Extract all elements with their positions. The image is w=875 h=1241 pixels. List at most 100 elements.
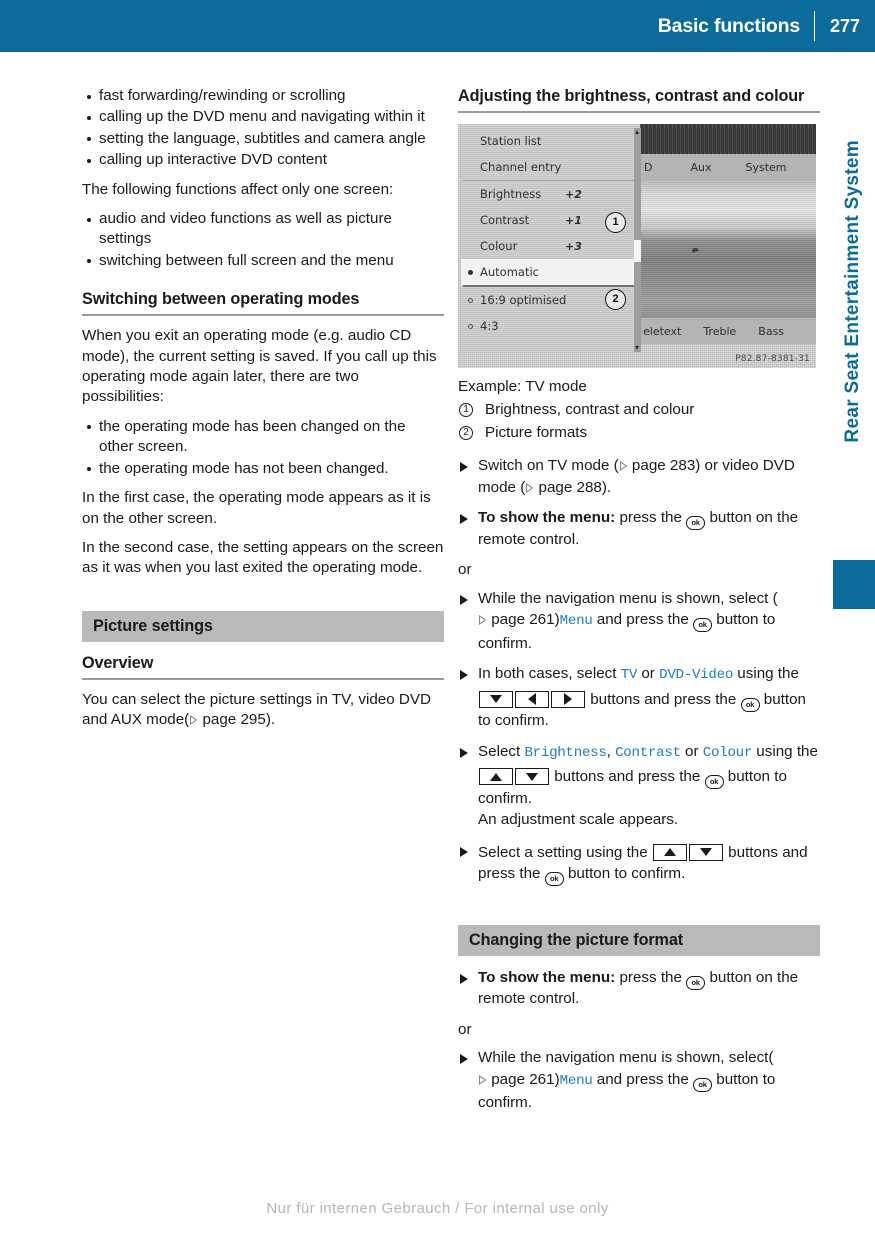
intro-paragraph: The following functions affect only one … xyxy=(82,180,394,198)
page-ref-triangle-icon xyxy=(478,1074,487,1085)
page-reference-label: page 261 xyxy=(491,1070,555,1088)
arrow-up-key-icon xyxy=(479,768,513,785)
step-label-bold: To show the menu: xyxy=(478,968,616,986)
menu-row-label: Contrast xyxy=(480,213,530,227)
callout-marker-2: 2 xyxy=(605,289,626,310)
page-ref-triangle-icon xyxy=(478,615,487,625)
page-reference: page 261 xyxy=(478,1071,555,1088)
page-ref-triangle-icon xyxy=(619,461,628,471)
ok-button-icon: ok xyxy=(693,1077,713,1092)
menu-row-value: +2 xyxy=(565,187,582,201)
figure-caption: Example: TV mode xyxy=(458,378,587,395)
step-text: using the xyxy=(737,665,799,682)
step-text: buttons and press the xyxy=(554,768,701,785)
callout-legend: 1 Brightness, contrast and colour 2 Pict… xyxy=(458,399,820,444)
step-text: buttons and press the xyxy=(590,690,737,708)
callout-legend-item: 1 Brightness, contrast and colour xyxy=(458,399,820,421)
ok-button-icon: ok xyxy=(693,618,713,632)
menu-row-43[interactable]: 4:3 xyxy=(461,313,637,339)
ui-value-menu: Menu xyxy=(559,1072,593,1089)
footer-notice: Nur für internen Gebrauch / For internal… xyxy=(266,1200,609,1217)
arrow-down-key-icon xyxy=(515,768,549,785)
list-item: setting the language, subtitles and came… xyxy=(82,129,444,149)
page-reference-label: page 288 xyxy=(538,478,602,496)
step2-show-menu: To show the menu: press the ok button on… xyxy=(458,967,820,1010)
paragraph-second-case: In the second case, the setting appears … xyxy=(82,538,444,577)
ui-value-contrast: Contrast xyxy=(615,744,681,761)
screenshot-image-id: P82.87-8381-31 xyxy=(735,354,810,364)
arrow-up-key-icon xyxy=(652,843,687,861)
step2-or-connector: or xyxy=(458,1020,472,1038)
paragraph-first-case: In the first case, the operating mode ap… xyxy=(82,489,431,527)
scrollbar-thumb[interactable] xyxy=(634,240,641,262)
step-text: press the xyxy=(619,968,682,986)
video-pane: D Aux System eletext Treble Bass xyxy=(640,124,816,352)
step-text: Switch on TV mode ( xyxy=(478,457,619,474)
step-text: button to confirm. xyxy=(567,865,686,882)
ui-value-tv: TV xyxy=(620,667,638,683)
scroll-down-arrow-icon[interactable] xyxy=(635,346,639,350)
step-switch-on-mode: Switch on TV mode ( page 283) or video D… xyxy=(458,455,820,498)
callout-legend-label: Brightness, contrast and colour xyxy=(485,401,695,418)
page-reference: page 288 xyxy=(525,479,602,496)
list-item: calling up interactive DVD content xyxy=(82,150,444,170)
video-picture xyxy=(640,180,816,318)
menu-row-colour[interactable]: Colour +3 xyxy=(461,233,637,259)
heading-overview: Overview xyxy=(82,653,444,680)
menu-scrollbar[interactable] xyxy=(634,128,641,352)
step-nav-menu: While the navigation menu is shown, sele… xyxy=(458,588,820,655)
page-header-title: Basic functions xyxy=(657,14,800,37)
radio-unselected-icon xyxy=(468,298,473,303)
radio-selected-icon xyxy=(468,270,473,275)
page-header: Basic functions 277 xyxy=(0,0,875,52)
menu-row-value: +3 xyxy=(565,239,582,253)
bullet-list-possibilities: the operating mode has been changed on t… xyxy=(82,417,444,479)
menu-row-value: +1 xyxy=(565,213,582,227)
step-select-setting: Select a setting using the buttons and p… xyxy=(458,840,820,886)
list-item: the operating mode has been changed on t… xyxy=(82,417,444,458)
scroll-up-arrow-icon[interactable] xyxy=(635,130,639,134)
side-chapter-marker xyxy=(833,560,875,609)
bird-silhouette-icon xyxy=(691,247,699,253)
overview-text-b: ). xyxy=(265,711,276,729)
paragraph-switching: When you exit an operating mode (e.g. au… xyxy=(82,327,437,406)
step-both-cases-select-source: In both cases, select TV or DVD-Video us… xyxy=(458,663,820,732)
step-text: Select a setting using the xyxy=(478,843,648,861)
radio-unselected-icon xyxy=(468,324,473,329)
step-select-brightness-contrast-colour: Select Brightness, Contrast or Colour us… xyxy=(458,741,820,831)
menu-row-label: 16:9 optimised xyxy=(480,293,567,307)
top-menu-item: D xyxy=(644,160,653,174)
step-or-connector: or xyxy=(458,561,472,578)
menu-row-channel-entry[interactable]: Channel entry xyxy=(461,154,637,180)
top-menu-item: Aux xyxy=(690,160,712,174)
menu-row-brightness[interactable]: Brightness +2 xyxy=(461,181,637,207)
ui-value-colour: Colour xyxy=(702,744,753,761)
menu-row-label: Channel entry xyxy=(480,160,562,174)
menu-row-automatic[interactable]: Automatic xyxy=(461,259,637,285)
band-picture-settings: Picture settings xyxy=(82,610,444,642)
page-reference: page 283 xyxy=(619,457,695,474)
ok-button-icon: ok xyxy=(544,872,564,886)
left-column: fast forwarding/rewinding or scrolling c… xyxy=(82,86,444,740)
procedure-list-changing-format: To show the menu: press the ok button on… xyxy=(458,967,820,1114)
heading-adjusting-brightness: Adjusting the brightness, contrast and c… xyxy=(458,86,820,113)
ok-button-icon: ok xyxy=(704,775,724,789)
list-item: calling up the DVD menu and navigating w… xyxy=(82,107,444,127)
list-item: the operating mode has not been changed. xyxy=(82,459,444,479)
menu-row-label: Colour xyxy=(480,239,518,253)
step-text: press the xyxy=(619,509,682,526)
step-text: or xyxy=(685,742,699,760)
callout-number-icon: 2 xyxy=(459,426,473,440)
step-text: Select xyxy=(478,742,521,760)
ui-value-menu: Menu xyxy=(559,613,593,629)
menu-row-station-list[interactable]: Station list xyxy=(461,128,637,154)
step-label-bold: To show the menu: xyxy=(478,509,616,526)
page-reference: page 295 xyxy=(189,711,266,728)
bullet-list-second: audio and video functions as well as pic… xyxy=(82,209,444,271)
bottom-menu-item: Treble xyxy=(703,324,737,338)
step2-nav-menu: While the navigation menu is shown, sele… xyxy=(458,1047,820,1114)
arrow-left-key-icon xyxy=(515,690,549,708)
menu-row-label: Automatic xyxy=(480,265,539,279)
video-bottom-menubar: eletext Treble Bass xyxy=(640,318,816,344)
bottom-menu-item: eletext xyxy=(643,324,682,338)
